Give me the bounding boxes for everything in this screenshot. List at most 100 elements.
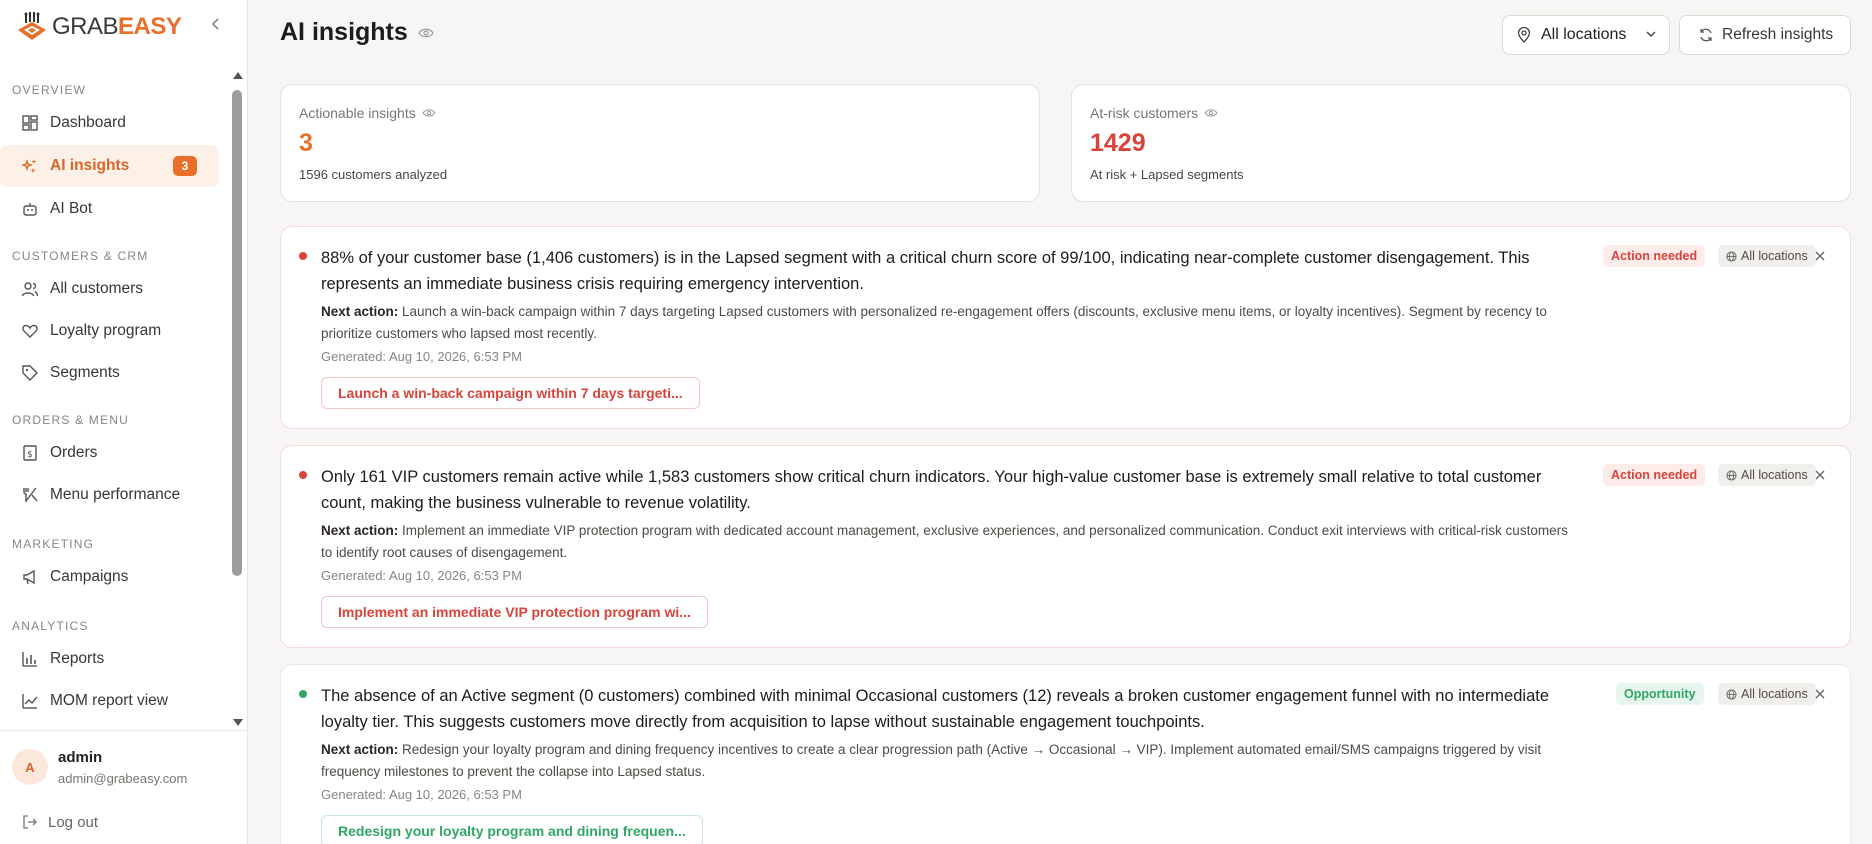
user-name: admin — [58, 749, 103, 766]
scrollbar-thumb[interactable] — [232, 90, 242, 576]
brand-text-part1: GRAB — [52, 13, 119, 40]
next-action-label: Next action: — [321, 304, 399, 319]
sidebar-item-label: MOM report view — [50, 692, 168, 709]
insight-generated: Generated: Aug 10, 2026, 6:53 PM — [321, 787, 522, 802]
status-dot — [299, 252, 307, 260]
sidebar-item-loyalty-program[interactable]: Loyalty program — [0, 310, 219, 352]
sidebar-item-label: Dashboard — [50, 114, 126, 131]
location-badge-text: All locations — [1741, 249, 1808, 263]
brand-name: GRABEASY — [52, 13, 182, 41]
sidebar-item-label: All customers — [50, 280, 144, 297]
sidebar-item-ai-bot[interactable]: AI Bot — [0, 188, 219, 230]
bot-icon — [20, 199, 40, 219]
tag-icon — [20, 363, 40, 383]
insight-title: 88% of your customer base (1,406 custome… — [321, 249, 1530, 293]
sidebar-item-dashboard[interactable]: Dashboard — [0, 102, 219, 144]
sparkle-icon — [20, 156, 40, 176]
eye-icon[interactable] — [422, 108, 436, 118]
logout-label: Log out — [48, 813, 99, 831]
sidebar-item-reports[interactable]: Reports — [0, 638, 219, 680]
sidebar-item-label: AI insights — [50, 157, 130, 174]
sidebar-item-label: Orders — [50, 444, 98, 461]
status-badge: Opportunity — [1616, 683, 1704, 705]
insight-title: Only 161 VIP customers remain active whi… — [321, 468, 1542, 512]
insight-card: Only 161 VIP customers remain active whi… — [280, 445, 1851, 648]
nav-section-orders: ORDERS & MENU — [12, 413, 129, 427]
location-badge: All locations — [1718, 464, 1816, 486]
main-content: AI insights All locations Refresh insigh… — [248, 0, 1872, 844]
status-badge: Action needed — [1603, 464, 1706, 486]
sidebar-item-menu-performance[interactable]: Menu performance — [0, 474, 219, 516]
globe-icon — [1726, 250, 1737, 262]
stat-label-text: At-risk customers — [1090, 105, 1199, 121]
insight-next-action: Next action: Implement an immediate VIP … — [321, 520, 1571, 564]
sidebar-item-campaigns[interactable]: Campaigns — [0, 556, 219, 598]
nav-section-customers: CUSTOMERS & CRM — [12, 249, 149, 263]
status-dot — [299, 471, 307, 479]
stat-label: Actionable insights — [299, 105, 436, 121]
logout-button[interactable]: Log out — [22, 809, 98, 835]
next-action-label: Next action: — [321, 742, 399, 757]
dismiss-insight-button[interactable] — [1811, 247, 1829, 265]
eye-icon[interactable] — [418, 27, 434, 39]
refresh-insights-button[interactable]: Refresh insights — [1679, 15, 1851, 55]
eye-icon[interactable] — [1204, 108, 1218, 118]
insight-generated: Generated: Aug 10, 2026, 6:53 PM — [321, 349, 522, 364]
close-icon — [1815, 251, 1825, 261]
insight-action-button[interactable]: Launch a win-back campaign within 7 days… — [321, 377, 700, 409]
next-action-text: Launch a win-back campaign within 7 days… — [321, 304, 1547, 341]
close-icon — [1815, 470, 1825, 480]
status-dot — [299, 690, 307, 698]
scroll-down-arrow-icon[interactable] — [233, 719, 243, 726]
bar-chart-icon — [20, 649, 40, 669]
sidebar-item-label: AI Bot — [50, 200, 93, 217]
insight-card: The absence of an Active segment (0 cust… — [280, 664, 1851, 844]
nav-section-overview: OVERVIEW — [12, 83, 87, 97]
sidebar-item-label: Menu performance — [50, 486, 181, 503]
globe-icon — [1726, 688, 1737, 700]
stat-label: At-risk customers — [1090, 105, 1218, 121]
scroll-up-arrow-icon[interactable] — [233, 72, 243, 79]
brand-logo[interactable]: GRABEASY — [0, 0, 247, 54]
page-title: AI insights — [280, 18, 434, 47]
sidebar-item-segments[interactable]: Segments — [0, 352, 219, 394]
chevron-down-icon — [1645, 28, 1657, 40]
next-action-text: Implement an immediate VIP protection pr… — [321, 523, 1568, 560]
utensils-icon — [20, 485, 40, 505]
insight-title: The absence of an Active segment (0 cust… — [321, 687, 1550, 731]
refresh-insights-label: Refresh insights — [1722, 26, 1834, 43]
ai-insights-count-badge: 3 — [173, 156, 197, 176]
sidebar-item-mom-report-view[interactable]: MOM report view — [0, 680, 219, 722]
nav-section-analytics: ANALYTICS — [12, 619, 89, 633]
insight-action-button[interactable]: Redesign your loyalty program and dining… — [321, 815, 703, 844]
next-action-label: Next action: — [321, 523, 399, 538]
users-icon — [20, 279, 40, 299]
next-action-text: Redesign your loyalty program and dining… — [321, 742, 1542, 779]
sidebar-item-all-customers[interactable]: All customers — [0, 268, 219, 310]
megaphone-icon — [20, 567, 40, 587]
location-select[interactable]: All locations — [1502, 15, 1670, 55]
sidebar-item-label: Campaigns — [50, 568, 129, 585]
insight-next-action: Next action: Redesign your loyalty progr… — [321, 739, 1571, 783]
refresh-icon — [1698, 27, 1714, 43]
dismiss-insight-button[interactable] — [1811, 466, 1829, 484]
chevron-left-icon — [211, 18, 219, 30]
location-select-value: All locations — [1541, 26, 1627, 43]
sidebar-scrollbar[interactable] — [230, 72, 244, 726]
svg-text:$: $ — [27, 450, 33, 460]
status-badge: Action needed — [1603, 245, 1706, 267]
receipt-icon: $ — [20, 443, 40, 463]
location-badge: All locations — [1718, 245, 1816, 267]
heart-icon — [20, 321, 40, 341]
dismiss-insight-button[interactable] — [1811, 685, 1829, 703]
avatar[interactable]: A — [12, 749, 48, 785]
logout-icon — [22, 814, 38, 830]
insight-action-button[interactable]: Implement an immediate VIP protection pr… — [321, 596, 708, 628]
sidebar-item-label: Segments — [50, 364, 120, 381]
stat-sub: 1596 customers analyzed — [299, 167, 448, 182]
sidebar-item-ai-insights[interactable]: AI insights 3 — [0, 145, 219, 187]
collapse-sidebar-button[interactable] — [206, 14, 226, 34]
sidebar-nav: OVERVIEW Dashboard AI insights 3 AI Bot … — [0, 72, 248, 726]
sidebar-item-orders[interactable]: $ Orders — [0, 432, 219, 474]
location-badge-text: All locations — [1741, 687, 1808, 701]
